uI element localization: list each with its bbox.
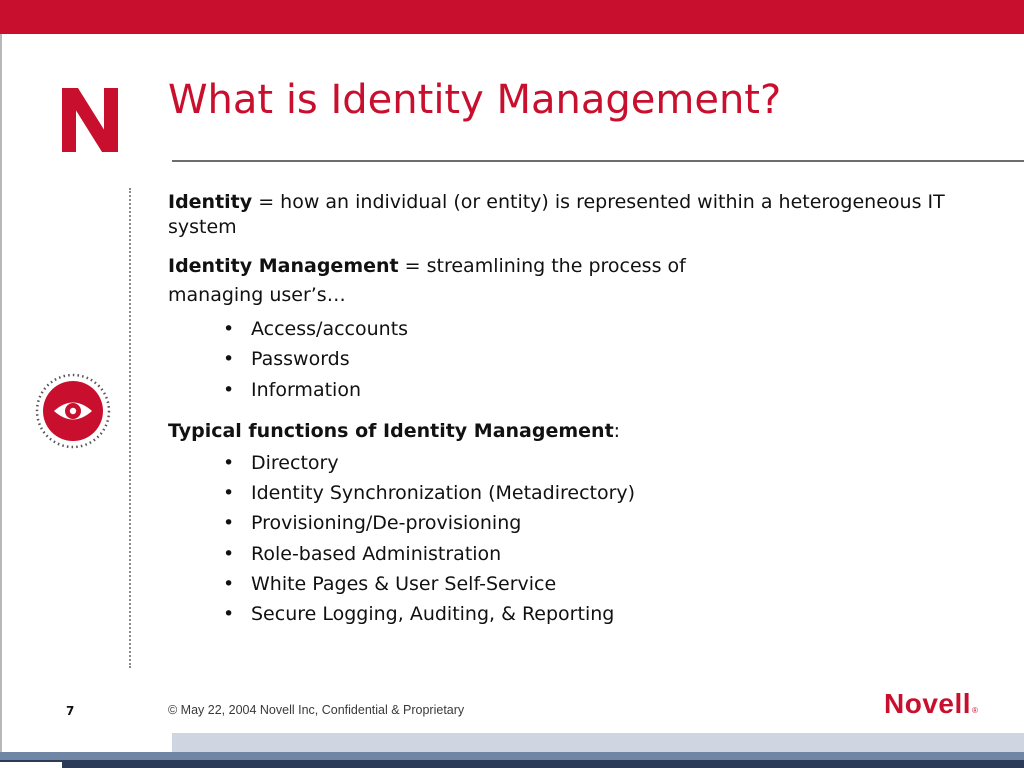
list-item: • White Pages & User Self-Service <box>223 569 988 599</box>
slide-title: What is Identity Management? <box>168 77 782 123</box>
idm-definition-line1: = streamlining the process of <box>398 255 686 277</box>
dotted-divider <box>129 188 131 668</box>
typical-functions-heading: Typical functions of Identity Management… <box>168 419 988 444</box>
footer-band-mid <box>0 752 1024 760</box>
list-item-text: Passwords <box>251 348 350 371</box>
list-item: • Provisioning/De-provisioning <box>223 508 988 538</box>
bullet-icon: • <box>223 482 235 505</box>
bullet-icon: • <box>223 451 235 474</box>
footer-band-dark <box>0 760 1024 768</box>
eye-icon <box>35 373 111 449</box>
bullet-icon: • <box>223 573 235 596</box>
list-item: • Secure Logging, Auditing, & Reporting <box>223 599 988 629</box>
novell-wordmark: Novell® <box>884 688 978 720</box>
typical-functions-list: • Directory • Identity Synchronization (Me… <box>168 448 988 630</box>
identity-definition-text: = how an individual (or entity) is repre… <box>168 191 945 238</box>
list-item-text: Directory <box>251 451 339 474</box>
list-item-text: Secure Logging, Auditing, & Reporting <box>251 603 615 626</box>
typical-functions-colon: : <box>613 419 621 442</box>
list-item: • Role-based Administration <box>223 539 988 569</box>
footer-band-notch <box>0 762 62 768</box>
idm-items-list: • Access/accounts • Passwords • Information <box>168 314 988 405</box>
list-item: • Information <box>223 375 988 405</box>
list-item-text: Identity Synchronization (Metadirectory) <box>251 482 636 505</box>
list-item: • Access/accounts <box>223 314 988 344</box>
footer-band-light <box>172 733 1024 753</box>
left-edge-rule <box>0 34 2 754</box>
bullet-icon: • <box>223 378 235 401</box>
idm-definition-line2: managing user’s… <box>168 284 346 306</box>
list-item-text: White Pages & User Self-Service <box>251 573 557 596</box>
list-item-text: Role-based Administration <box>251 542 502 565</box>
bullet-icon: • <box>223 348 235 371</box>
list-item-text: Provisioning/De-provisioning <box>251 512 522 535</box>
title-underline <box>172 160 1024 162</box>
list-item-text: Information <box>251 378 361 401</box>
list-item: • Directory <box>223 448 988 478</box>
registered-mark: ® <box>972 706 979 715</box>
typical-functions-term: Typical functions of Identity Management <box>168 419 614 442</box>
novell-n-logo-icon <box>62 88 118 152</box>
identity-term: Identity <box>168 191 253 213</box>
list-item-text: Access/accounts <box>251 318 409 340</box>
page-number: 7 <box>66 704 75 718</box>
identity-definition: Identity = how an individual (or entity)… <box>168 190 988 240</box>
slide-body: Identity = how an individual (or entity)… <box>168 190 988 630</box>
top-red-bar <box>0 0 1024 34</box>
idm-term: Identity Management <box>168 255 399 277</box>
novell-wordmark-text: Novell <box>884 688 972 719</box>
list-item: • Passwords <box>223 344 988 374</box>
list-item: • Identity Synchronization (Metadirectory… <box>223 478 988 508</box>
bullet-icon: • <box>223 542 235 565</box>
copyright-notice: © May 22, 2004 Novell Inc, Confidential … <box>168 703 465 717</box>
bullet-icon: • <box>223 603 235 626</box>
idm-definition: Identity Management = streamlining the p… <box>168 252 988 281</box>
bullet-icon: • <box>223 318 235 340</box>
bullet-icon: • <box>223 512 235 535</box>
